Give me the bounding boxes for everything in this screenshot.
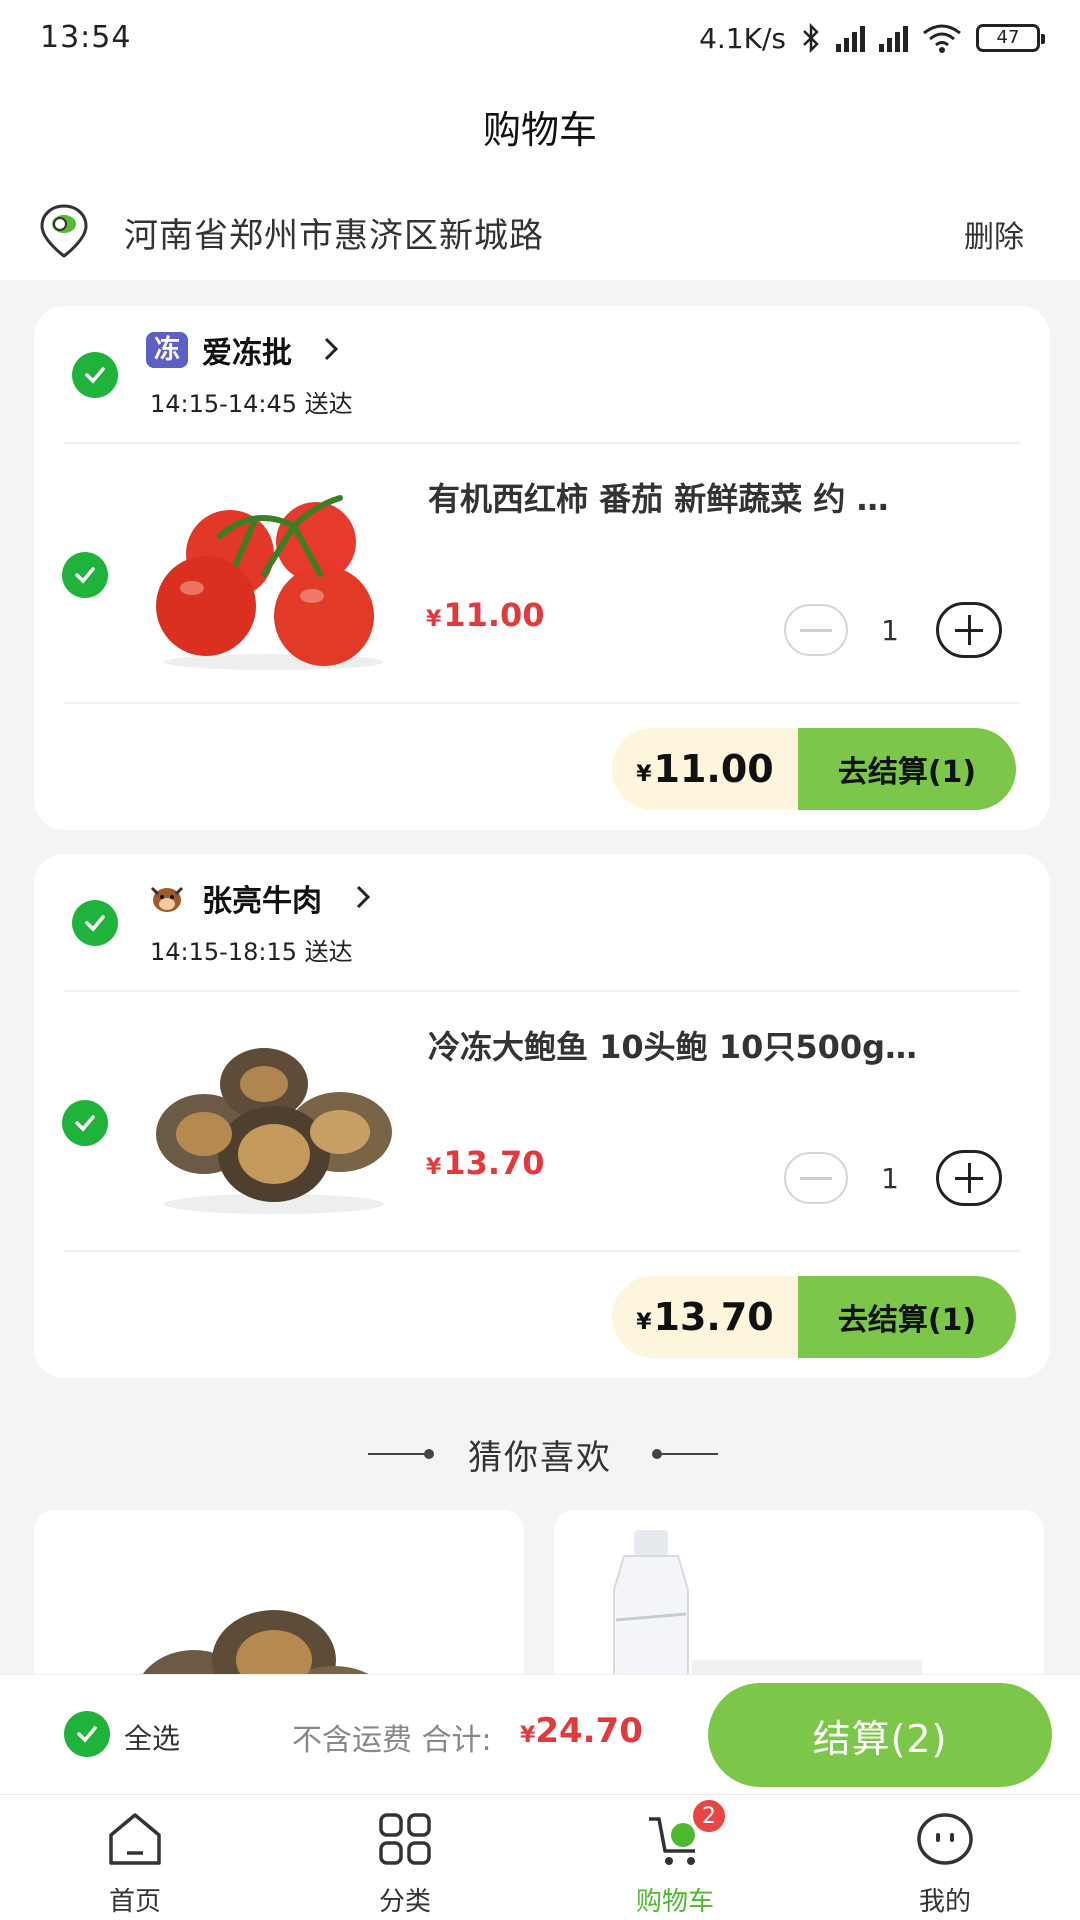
tab-label: 分类 [378, 1887, 431, 1917]
store-header: 冻 爱冻批 14:15-14:45 送达 [34, 306, 1050, 446]
tab-label: 购物车 [635, 1887, 714, 1917]
chevron-right-icon[interactable] [350, 882, 376, 912]
chevron-right-icon[interactable] [318, 334, 344, 364]
home-icon [109, 1813, 161, 1865]
store-checkout-button[interactable]: 去结算(1) [798, 728, 1016, 810]
store-checkout-bar: ¥13.70 去结算(1) [612, 1276, 1016, 1358]
quantity-decrease-button[interactable] [784, 1152, 848, 1204]
bluetooth-icon [803, 23, 819, 53]
store-subtotal: ¥11.00 [636, 747, 774, 791]
recommend-title: 猜你喜欢 [468, 1438, 612, 1478]
tab-home[interactable]: 首页 [0, 1795, 270, 1920]
item-select-checkbox[interactable] [62, 552, 108, 598]
quantity-value: 1 [881, 1162, 899, 1195]
divider [64, 702, 1020, 704]
quantity-increase-button[interactable] [936, 1150, 1002, 1206]
tab-category[interactable]: 分类 [270, 1795, 540, 1920]
tab-label: 首页 [108, 1887, 161, 1917]
status-indicators: 4.1K/s 47 [699, 18, 1045, 58]
checkmark-icon [75, 1115, 95, 1132]
delete-button[interactable]: 删除 [964, 212, 1024, 256]
store-checkout-bar: ¥11.00 去结算(1) [612, 728, 1016, 810]
product-price: ¥11.00 [426, 596, 545, 634]
store-name[interactable]: 张亮牛肉 [202, 876, 322, 920]
tab-profile[interactable]: 我的 [810, 1795, 1080, 1920]
checkmark-icon [77, 1726, 97, 1743]
store-logo-cow-icon [150, 886, 184, 912]
location-pin-icon [40, 204, 88, 258]
store-card: 冻 爱冻批 14:15-14:45 送达 有机西红柿 番茄 新鲜蔬菜 约 … ¥… [34, 306, 1050, 830]
product-price: ¥13.70 [426, 1144, 545, 1182]
grid-icon [379, 1813, 431, 1865]
page-title: 购物车 [482, 108, 597, 152]
divider [64, 1250, 1020, 1252]
quantity-decrease-button[interactable] [784, 604, 848, 656]
address-text: 河南省郑州市惠济区新城路 [124, 216, 544, 256]
status-bar: 13:54 4.1K/s 47 [0, 0, 1080, 80]
divider [64, 990, 1020, 992]
decor-line-right [658, 1453, 718, 1455]
divider [64, 442, 1020, 444]
item-select-checkbox[interactable] [62, 1100, 108, 1146]
product-name[interactable]: 有机西红柿 番茄 新鲜蔬菜 约 … [428, 474, 1008, 520]
tab-cart[interactable]: 2 购物车 [540, 1795, 810, 1920]
checkmark-icon [85, 915, 105, 932]
store-checkout-button[interactable]: 去结算(1) [798, 1276, 1016, 1358]
product-image-abalone[interactable] [144, 1014, 404, 1224]
tab-bar: 首页 分类 2 购物车 我的 [0, 1794, 1080, 1920]
hd-signal-icon [836, 24, 865, 52]
signal-icon [879, 24, 908, 52]
quantity-value: 1 [881, 614, 899, 647]
cart-count-badge: 2 [690, 1797, 728, 1835]
checkout-bar: 全选 不含运费 合计: ¥24.70 结算(2) [0, 1674, 1080, 1794]
checkmark-icon [75, 567, 95, 584]
quantity-increase-button[interactable] [936, 602, 1002, 658]
status-time: 13:54 [40, 20, 132, 55]
select-all-checkbox[interactable] [64, 1711, 110, 1757]
product-image-tomato[interactable] [144, 466, 404, 676]
store-name[interactable]: 爱冻批 [202, 328, 292, 372]
checkmark-icon [85, 367, 105, 384]
battery-icon: 47 [976, 24, 1045, 52]
wifi-icon [923, 24, 961, 53]
store-subtotal: ¥13.70 [636, 1295, 774, 1339]
store-header: 张亮牛肉 14:15-18:15 送达 [34, 854, 1050, 994]
network-speed: 4.1K/s [699, 21, 786, 55]
select-all-label[interactable]: 全选 [124, 1717, 180, 1757]
delivery-time: 14:15-14:45 送达 [150, 390, 353, 418]
address-bar[interactable]: 河南省郑州市惠济区新城路 删除 [0, 180, 1080, 280]
profile-icon [917, 1813, 973, 1865]
grand-total: ¥24.70 [520, 1711, 643, 1751]
tab-label: 我的 [918, 1887, 971, 1917]
header: 购物车 [0, 80, 1080, 180]
checkout-button[interactable]: 结算(2) [708, 1683, 1052, 1787]
store-select-checkbox[interactable] [72, 352, 118, 398]
product-name[interactable]: 冷冻大鲍鱼 10头鲍 10只500g… [428, 1022, 1008, 1068]
delivery-time: 14:15-18:15 送达 [150, 938, 353, 966]
store-logo: 冻 [146, 332, 188, 368]
shipping-note: 不含运费 合计: [292, 1723, 492, 1758]
store-select-checkbox[interactable] [72, 900, 118, 946]
store-card: 张亮牛肉 14:15-18:15 送达 冷冻大鲍鱼 10头鲍 10只500g… … [34, 854, 1050, 1378]
